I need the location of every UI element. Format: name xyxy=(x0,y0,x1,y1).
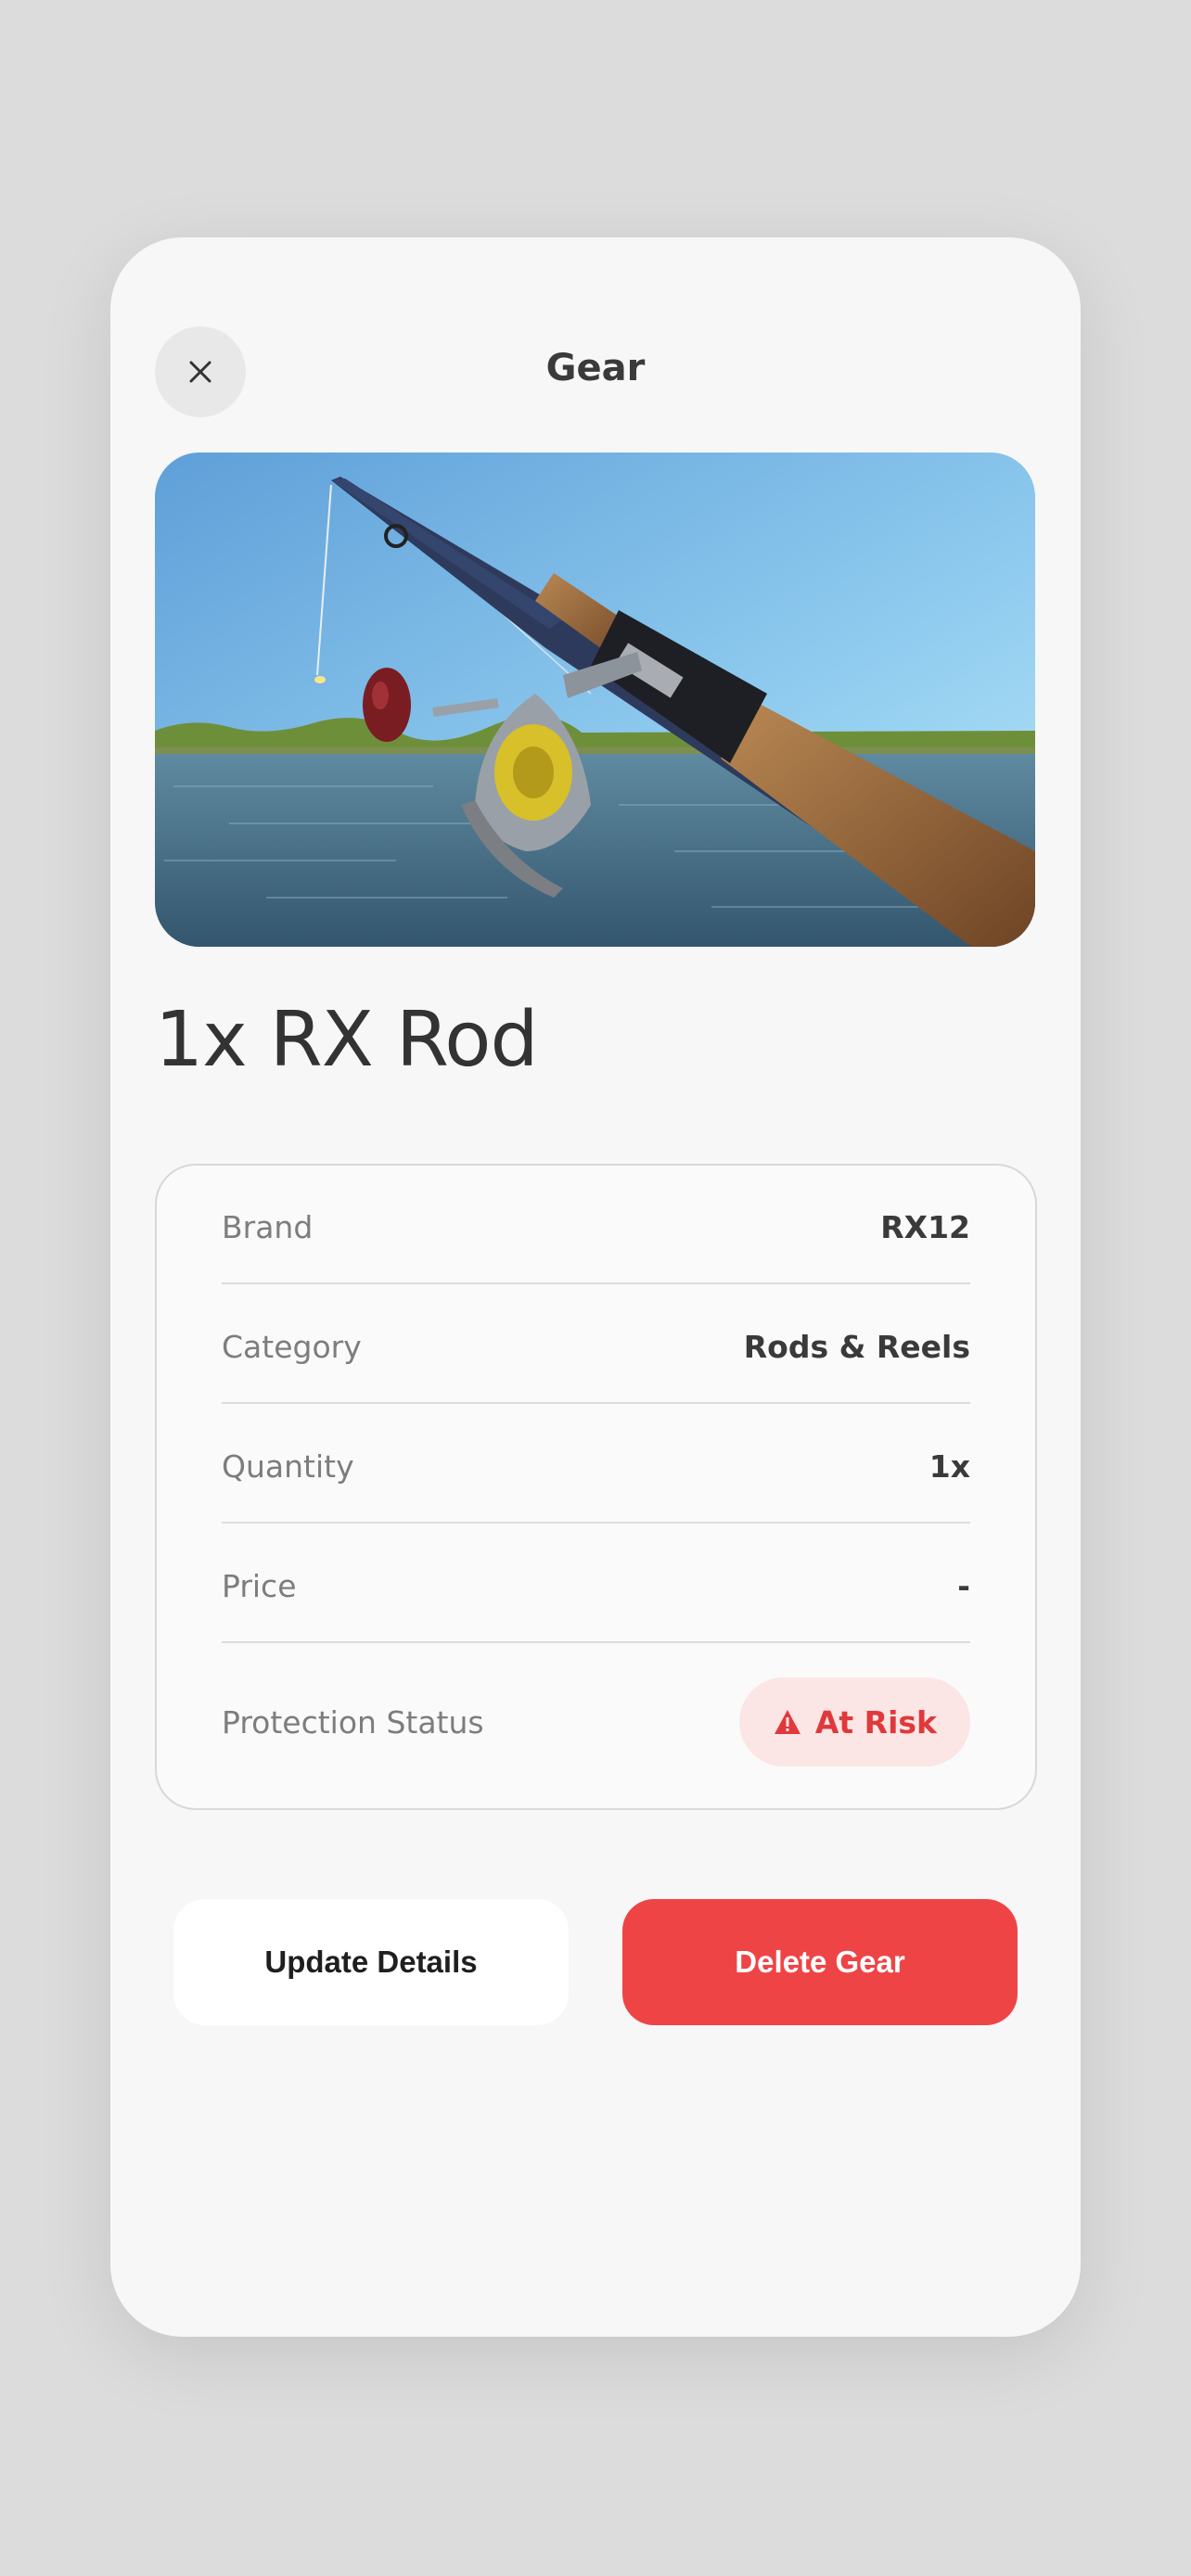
protection-label: Protection Status xyxy=(222,1703,484,1741)
detail-value: 1x xyxy=(928,1447,970,1485)
page-title: Gear xyxy=(545,347,646,389)
detail-label: Quantity xyxy=(222,1447,354,1485)
gear-photo xyxy=(155,453,1035,947)
update-details-button[interactable]: Update Details xyxy=(173,1899,569,2025)
divider xyxy=(222,1282,970,1284)
detail-value: - xyxy=(957,1567,970,1604)
gear-detail-card: Gear 1x RX Rod Brand RX12 Category Rods … xyxy=(110,237,1081,2337)
detail-value: Rods & Reels xyxy=(743,1328,970,1365)
detail-value: RX12 xyxy=(880,1208,970,1245)
status-badge: At Risk xyxy=(738,1677,970,1766)
warning-icon xyxy=(774,1710,800,1734)
detail-row-quantity: Quantity 1x xyxy=(222,1440,970,1492)
detail-label: Brand xyxy=(222,1208,314,1245)
detail-row-category: Category Rods & Reels xyxy=(222,1320,970,1372)
detail-label: Price xyxy=(222,1567,297,1604)
details-panel: Brand RX12 Category Rods & Reels Quantit… xyxy=(155,1164,1037,1810)
status-text: At Risk xyxy=(814,1703,937,1741)
detail-label: Category xyxy=(222,1328,362,1365)
divider xyxy=(222,1402,970,1404)
fishing-rod-image xyxy=(155,453,1035,947)
delete-gear-button[interactable]: Delete Gear xyxy=(622,1899,1018,2025)
divider xyxy=(222,1641,970,1643)
detail-row-brand: Brand RX12 xyxy=(222,1201,970,1253)
detail-row-protection: Protection Status At Risk xyxy=(222,1677,970,1766)
gear-title: 1x RX Rod xyxy=(155,996,538,1084)
divider xyxy=(222,1522,970,1524)
detail-row-price: Price - xyxy=(222,1560,970,1612)
